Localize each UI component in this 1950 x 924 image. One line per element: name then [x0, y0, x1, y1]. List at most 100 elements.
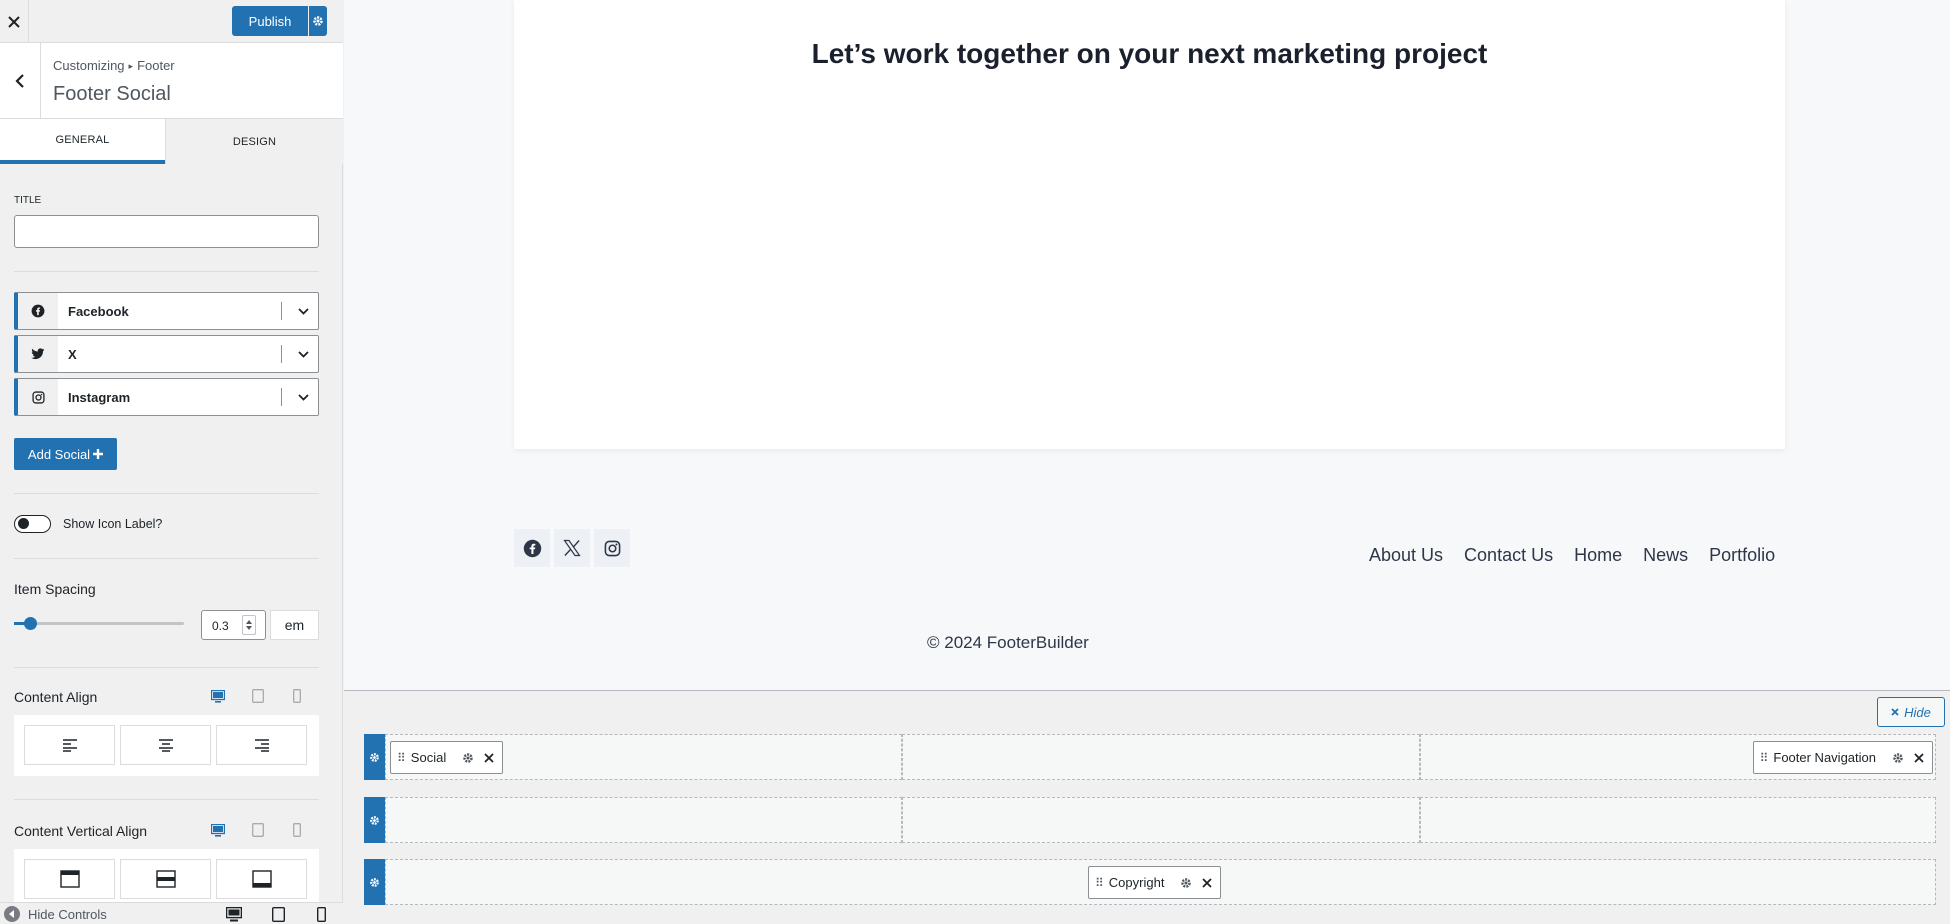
preview-desktop-icon[interactable] [226, 906, 242, 922]
cta-card: Let’s work together on your next marketi… [514, 0, 1785, 449]
item-spacing-value: 0.3 [212, 619, 229, 633]
mobile-icon[interactable] [289, 688, 305, 704]
expand-social-button[interactable] [288, 336, 318, 372]
desktop-icon[interactable] [210, 822, 226, 838]
back-button[interactable] [0, 43, 41, 119]
preview-mobile-icon[interactable] [313, 906, 329, 922]
facebook-icon [523, 539, 541, 557]
drop-zone-left[interactable]: ⠿ Social [385, 734, 902, 780]
social-item-name: X [68, 347, 77, 362]
footer-nav-about-us[interactable]: About Us [1369, 545, 1443, 566]
hide-builder-button[interactable]: Hide [1877, 697, 1945, 727]
section-title: Footer Social [53, 83, 171, 105]
divider [14, 667, 319, 668]
social-item-name: Instagram [68, 390, 131, 405]
drop-zone-center[interactable] [902, 734, 1420, 780]
mobile-icon[interactable] [289, 822, 305, 838]
remove-chip-icon[interactable] [1202, 877, 1213, 888]
title-input[interactable] [14, 215, 319, 248]
number-stepper-icon[interactable] [242, 615, 256, 635]
footer-nav-contact-us[interactable]: Contact Us [1464, 545, 1553, 566]
title-field-label: TITLE [14, 195, 42, 206]
align-center-button[interactable] [120, 725, 211, 765]
publish-settings-button[interactable] [309, 6, 327, 36]
social-item-facebook[interactable]: Facebook [14, 292, 319, 330]
footer-facebook-link[interactable] [514, 529, 550, 567]
remove-chip-icon[interactable] [1914, 752, 1924, 763]
drop-zone-full[interactable]: ⠿ Copyright [385, 859, 1936, 905]
valign-middle-icon [155, 870, 176, 888]
instagram-icon [18, 379, 58, 415]
align-left-button[interactable] [24, 725, 115, 765]
hide-controls-button[interactable]: Hide Controls [4, 906, 107, 922]
customizer-panel: Publish Customizing ▸ Footer Footer Social… [0, 0, 343, 924]
expand-social-button[interactable] [288, 293, 318, 329]
align-left-icon [62, 739, 77, 752]
chip-settings-icon[interactable] [1892, 752, 1904, 764]
align-right-icon [254, 739, 269, 752]
content-vertical-align-title: Content Vertical Align [14, 823, 148, 839]
footer-nav-home[interactable]: Home [1574, 545, 1622, 566]
footer-nav-news[interactable]: News [1643, 545, 1688, 566]
hide-builder-label: Hide [1904, 704, 1931, 720]
chip-settings-icon[interactable] [1180, 877, 1192, 889]
divider [14, 271, 319, 272]
desktop-icon[interactable] [210, 688, 226, 704]
drop-zone-right[interactable]: ⠿ Footer Navigation [1420, 734, 1936, 780]
chip-settings-icon[interactable] [462, 752, 474, 764]
valign-bottom-button[interactable] [216, 859, 307, 899]
preview-tablet-icon[interactable] [270, 906, 286, 922]
drag-handle-icon[interactable]: ⠿ [397, 751, 406, 765]
drag-handle-icon[interactable]: ⠿ [1095, 876, 1104, 890]
show-icon-label-toggle[interactable] [14, 515, 51, 533]
row-settings-button[interactable] [364, 734, 385, 780]
item-spacing-slider[interactable] [14, 622, 184, 625]
builder-row-top: ⠿ Social ⠿ Footer Navigation [364, 734, 1936, 780]
copyright-text: © 2024 FooterBuilder [927, 633, 1089, 652]
add-social-button[interactable]: Add Social [14, 438, 117, 470]
align-right-button[interactable] [216, 725, 307, 765]
publish-button[interactable]: Publish [232, 6, 308, 36]
plus-icon [93, 449, 104, 459]
footer-instagram-link[interactable] [594, 529, 630, 567]
valign-top-button[interactable] [24, 859, 115, 899]
remove-chip-icon[interactable] [484, 752, 494, 763]
content-align-group [14, 715, 319, 776]
item-spacing-unit[interactable]: em [270, 610, 319, 640]
drop-zone-left[interactable] [385, 797, 902, 843]
footer-nav-portfolio[interactable]: Portfolio [1709, 545, 1775, 566]
row-settings-button[interactable] [364, 859, 385, 905]
divider [14, 799, 319, 800]
tab-general[interactable]: General [0, 119, 165, 164]
valign-top-icon [59, 870, 80, 888]
footer-x-link[interactable] [554, 529, 590, 567]
expand-social-button[interactable] [288, 379, 318, 415]
item-spacing-input[interactable]: 0.3 [201, 610, 266, 640]
copyright-chip[interactable]: ⠿ Copyright [1088, 866, 1222, 899]
item-spacing-slider-handle[interactable] [24, 617, 37, 630]
facebook-icon [18, 293, 58, 329]
breadcrumb-root: Customizing [53, 58, 125, 73]
align-center-icon [158, 739, 173, 752]
hide-controls-label: Hide Controls [28, 906, 107, 922]
social-item-x[interactable]: X [14, 335, 319, 373]
tab-design[interactable]: Design [165, 119, 343, 164]
footer-navigation-chip-label: Footer Navigation [1773, 750, 1876, 765]
tablet-icon[interactable] [250, 688, 266, 704]
footer-navigation-chip[interactable]: ⠿ Footer Navigation [1752, 741, 1933, 774]
cta-heading: Let’s work together on your next marketi… [811, 38, 1488, 69]
social-item-name: Facebook [68, 304, 129, 319]
valign-middle-button[interactable] [120, 859, 211, 899]
tablet-icon[interactable] [250, 822, 266, 838]
row-settings-button[interactable] [364, 797, 385, 843]
section-header: Customizing ▸ Footer Footer Social [0, 43, 343, 119]
drag-handle-icon[interactable]: ⠿ [1760, 751, 1769, 765]
drop-zone-right[interactable] [1420, 797, 1936, 843]
divider [14, 493, 319, 494]
social-item-instagram[interactable]: Instagram [14, 378, 319, 416]
drop-zone-center[interactable] [902, 797, 1420, 843]
close-customizer-button[interactable] [0, 0, 29, 43]
social-chip[interactable]: ⠿ Social [390, 741, 504, 774]
show-icon-label-text: Show Icon Label? [63, 517, 163, 531]
social-chip-label: Social [410, 750, 447, 765]
